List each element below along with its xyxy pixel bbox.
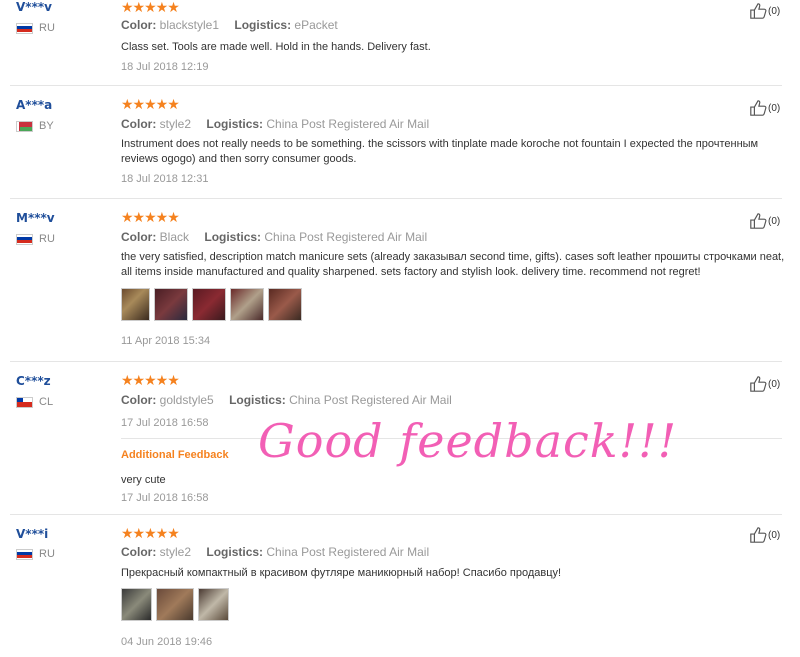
color-value: style2	[159, 117, 192, 131]
helpful-count: (0)	[768, 102, 781, 114]
flag-by-icon	[16, 120, 33, 132]
order-info: Color: style2 Logistics: China Post Regi…	[121, 545, 429, 559]
reviewer-name[interactable]: M***v	[16, 211, 55, 225]
helpful-button[interactable]: (0)	[749, 2, 780, 20]
star-rating: ★★★★★	[121, 209, 180, 225]
flag-ru-icon	[16, 22, 33, 34]
helpful-count: (0)	[768, 529, 781, 541]
review-photo[interactable]	[156, 588, 194, 621]
additional-feedback-title: Additional Feedback	[121, 449, 229, 461]
flag-cl-icon	[16, 396, 33, 408]
review-photo[interactable]	[198, 588, 229, 621]
logistics-label: Logistics:	[204, 230, 262, 244]
helpful-button[interactable]: (0)	[749, 99, 780, 117]
review-photos	[121, 588, 229, 621]
review-photo[interactable]	[121, 588, 152, 621]
review-photo[interactable]	[121, 288, 150, 321]
logistics-value: China Post Registered Air Mail	[289, 393, 452, 407]
country-code: RU	[39, 548, 55, 560]
review-text: Прекрасный компактный в красивом футляре…	[121, 567, 562, 579]
review-photos	[121, 288, 302, 321]
logistics-value: China Post Registered Air Mail	[266, 117, 430, 131]
color-label: Color:	[121, 393, 157, 407]
helpful-button[interactable]: (0)	[749, 375, 780, 393]
logistics-value: China Post Registered Air Mail	[266, 545, 430, 559]
logistics-value: China Post Registered Air Mail	[264, 230, 428, 244]
logistics-label: Logistics:	[206, 545, 264, 559]
review-card: V***i RU ★★★★★ Color: style2 Logistics: …	[0, 526, 800, 657]
review-text: Class set. Tools are made well. Hold in …	[121, 41, 431, 53]
review-text: Instrument does not really needs to be s…	[121, 138, 759, 165]
helpful-button[interactable]: (0)	[749, 212, 780, 230]
color-value: style2	[159, 545, 192, 559]
review-date: 04 Jun 2018 19:46	[121, 636, 213, 648]
logistics-value: ePacket	[294, 18, 338, 32]
helpful-button[interactable]: (0)	[749, 526, 780, 544]
color-label: Color:	[121, 230, 157, 244]
order-info: Color: style2 Logistics: China Post Regi…	[121, 117, 429, 131]
color-value: goldstyle5	[159, 393, 214, 407]
order-info: Color: blackstyle1 Logistics: ePacket	[121, 18, 338, 32]
good-feedback-overlay: Good feedback!!!	[258, 414, 678, 468]
thumbs-up-icon	[750, 3, 767, 19]
color-label: Color:	[121, 545, 157, 559]
flag-ru-icon	[16, 548, 33, 560]
review-card: M***v RU ★★★★★ Color: Black Logistics: C…	[0, 210, 800, 360]
review-text: the very satisfied, description match ma…	[121, 251, 785, 278]
reviewer-country: RU	[16, 233, 55, 245]
reviewer-country: BY	[16, 120, 54, 132]
logistics-label: Logistics:	[229, 393, 286, 407]
country-code: CL	[39, 396, 54, 408]
additional-feedback-text: very cute	[121, 474, 166, 486]
reviewer-name[interactable]: C***z	[16, 374, 51, 388]
reviewer-name[interactable]: V***v	[16, 0, 52, 14]
review-date: 11 Apr 2018 15:34	[121, 335, 211, 347]
thumbs-up-icon	[750, 213, 767, 229]
star-rating: ★★★★★	[121, 372, 180, 388]
review-date: 18 Jul 2018 12:19	[121, 61, 209, 73]
review-card: A***a BY ★★★★★ Color: style2 Logistics: …	[0, 97, 800, 201]
color-label: Color:	[121, 117, 157, 131]
star-rating: ★★★★★	[121, 525, 180, 541]
reviewer-name[interactable]: A***a	[16, 98, 52, 112]
color-label: Color:	[121, 18, 157, 32]
reviewer-name[interactable]: V***i	[16, 527, 48, 541]
reviewer-country: RU	[16, 548, 55, 560]
review-photo[interactable]	[154, 288, 188, 321]
thumbs-up-icon	[750, 527, 767, 543]
color-value: blackstyle1	[159, 18, 220, 32]
country-code: BY	[39, 120, 54, 132]
logistics-label: Logistics:	[234, 18, 292, 32]
order-info: Color: Black Logistics: China Post Regis…	[121, 230, 427, 244]
review-card: V***v RU ★★★★★ Color: blackstyle1 Logist…	[0, 0, 800, 88]
thumbs-up-icon	[750, 376, 767, 392]
reviewer-country: CL	[16, 396, 53, 408]
review-photo[interactable]	[192, 288, 226, 321]
review-divider	[10, 85, 782, 86]
color-value: Black	[159, 230, 190, 244]
review-photo[interactable]	[230, 288, 264, 321]
helpful-count: (0)	[768, 215, 781, 227]
review-divider	[10, 198, 782, 199]
star-rating: ★★★★★	[121, 0, 180, 15]
country-code: RU	[39, 22, 55, 34]
order-info: Color: goldstyle5 Logistics: China Post …	[121, 393, 452, 407]
review-date: 17 Jul 2018 16:58	[121, 417, 209, 429]
country-code: RU	[39, 233, 55, 245]
reviewer-country: RU	[16, 22, 55, 34]
review-date: 18 Jul 2018 12:31	[121, 173, 209, 185]
additional-feedback-date: 17 Jul 2018 16:58	[121, 492, 209, 504]
helpful-count: (0)	[768, 5, 781, 17]
review-photo[interactable]	[268, 288, 302, 321]
review-divider	[10, 514, 782, 515]
review-divider	[10, 361, 782, 362]
thumbs-up-icon	[750, 100, 767, 116]
logistics-label: Logistics:	[206, 117, 264, 131]
flag-ru-icon	[16, 233, 33, 245]
helpful-count: (0)	[768, 378, 781, 390]
star-rating: ★★★★★	[121, 96, 180, 112]
